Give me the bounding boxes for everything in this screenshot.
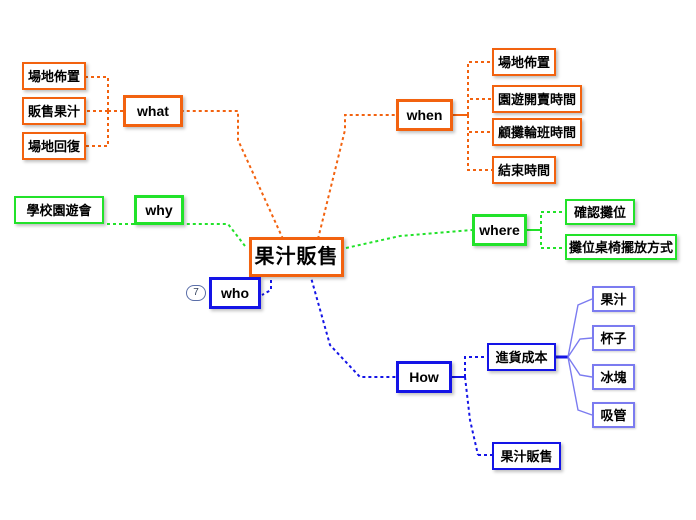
leaf-node-why-1[interactable]: 學校園遊會 [14,196,104,224]
leaf-node-where-1[interactable]: 確認攤位 [565,199,635,225]
branch-label-why: why [145,202,173,218]
leaf-label: 進貨成本 [495,349,548,365]
leaf-node-when-2[interactable]: 園遊開賣時間 [492,85,582,113]
leaf-node-how-2[interactable]: 果汁販售 [492,442,561,470]
branch-node-who[interactable]: who [209,277,261,309]
branch-label-who: who [221,285,249,301]
branch-node-how[interactable]: How [396,361,452,393]
subleaf-label: 果汁 [600,291,627,307]
who-badge: 7 [186,285,206,301]
subleaf-label: 杯子 [600,330,627,346]
branch-label-when: when [406,107,443,123]
branch-node-when[interactable]: when [396,99,453,131]
leaf-label: 確認攤位 [573,204,626,220]
center-node-label: 果汁販售 [254,246,339,268]
who-badge-label: 7 [193,287,199,298]
center-node[interactable]: 果汁販售 [249,237,344,277]
branch-node-where[interactable]: where [472,214,527,246]
leaf-label: 園遊開賣時間 [497,91,576,107]
branch-node-why[interactable]: why [134,195,184,225]
leaf-node-when-4[interactable]: 結束時間 [492,156,556,184]
branch-label-where: where [479,222,520,238]
leaf-label: 果汁販售 [500,448,553,464]
leaf-label: 結束時間 [497,162,550,178]
subleaf-node-cost-1[interactable]: 果汁 [592,286,635,312]
branch-label-how: How [409,369,439,385]
leaf-node-when-1[interactable]: 場地佈置 [492,48,556,76]
leaf-node-when-3[interactable]: 顧攤輪班時間 [492,118,582,146]
subleaf-node-cost-4[interactable]: 吸管 [592,402,635,428]
leaf-label: 學校園遊會 [26,202,92,218]
branch-label-what: what [137,103,169,119]
leaf-label: 顧攤輪班時間 [497,124,576,140]
branch-node-what[interactable]: what [123,95,183,127]
leaf-node-how-1[interactable]: 進貨成本 [487,343,556,371]
leaf-label: 場地佈置 [27,68,80,84]
leaf-label: 場地佈置 [497,54,550,70]
connector-layer [86,61,593,456]
leaf-label: 場地回復 [27,138,80,154]
leaf-node-where-2[interactable]: 攤位桌椅擺放方式 [565,234,677,260]
leaf-node-what-3[interactable]: 場地回復 [22,132,86,160]
subleaf-label: 冰塊 [600,369,627,385]
subleaf-node-cost-3[interactable]: 冰塊 [592,364,635,390]
subleaf-node-cost-2[interactable]: 杯子 [592,325,635,351]
leaf-label: 攤位桌椅擺放方式 [568,239,673,255]
leaf-node-what-2[interactable]: 販售果汁 [22,97,86,125]
subleaf-label: 吸管 [600,407,627,423]
mindmap-canvas: 果汁販售 what 場地佈置 販售果汁 場地回復 when 場地佈置 園遊開賣時… [0,0,696,520]
leaf-node-what-1[interactable]: 場地佈置 [22,62,86,90]
leaf-label: 販售果汁 [27,103,80,119]
